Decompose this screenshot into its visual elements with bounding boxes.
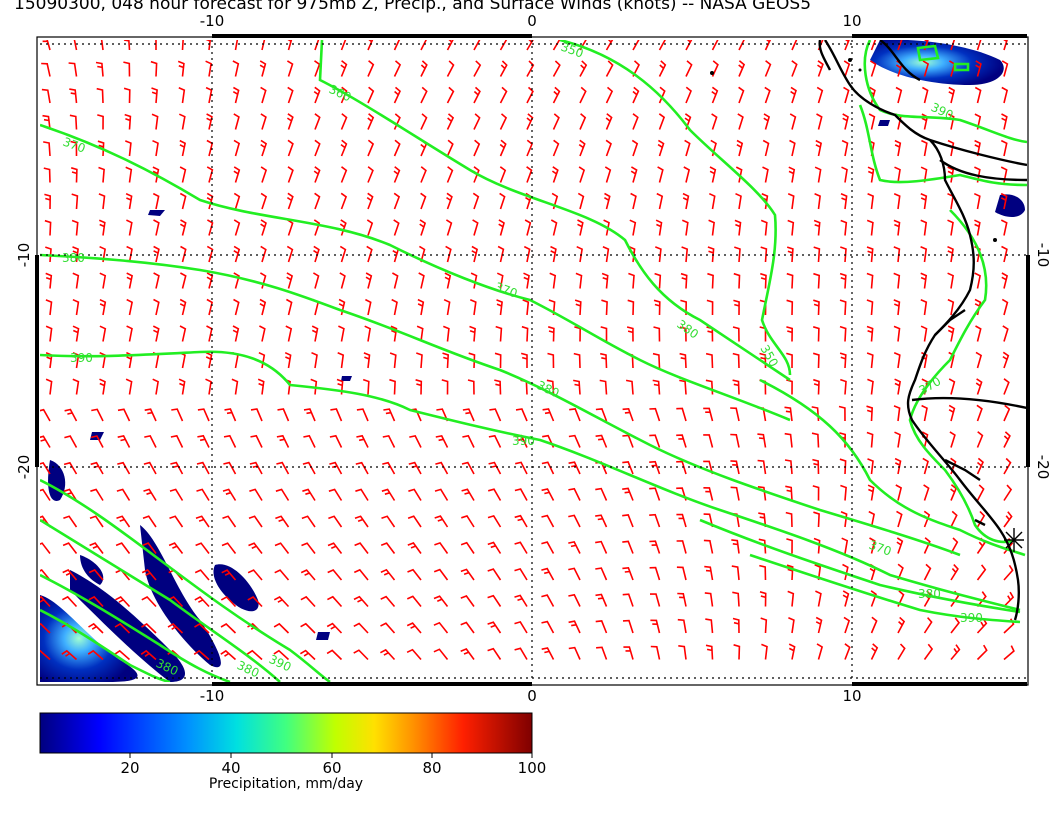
contour-label: 380 xyxy=(918,587,941,601)
bottom-lon-label: 0 xyxy=(527,687,537,705)
colorbar-tick: 60 xyxy=(322,759,341,777)
left-lat-label: -10 xyxy=(15,243,33,268)
colorbar: 20 40 60 80 100 xyxy=(39,712,547,777)
bottom-lon-label: -10 xyxy=(200,687,225,705)
colorbar-tick: 40 xyxy=(221,759,240,777)
left-lat-label: -20 xyxy=(15,455,33,480)
contour-label: 390 xyxy=(960,611,983,625)
contour-label: 380 xyxy=(62,251,85,265)
colorbar-tick: 100 xyxy=(518,759,547,777)
colorbar-gradient xyxy=(39,712,533,754)
bottom-lon-label: 10 xyxy=(842,687,861,705)
right-lat-label: -10 xyxy=(1034,243,1052,268)
forecast-map: 350 360 370 380 390 370 380 380 390 350 … xyxy=(15,12,1052,777)
top-lon-label: -10 xyxy=(200,12,225,30)
contour-label: 390 xyxy=(512,434,535,448)
contour-label: 390 xyxy=(70,351,93,365)
top-lon-label: 0 xyxy=(527,12,537,30)
right-lat-label: -20 xyxy=(1034,455,1052,480)
top-lon-label: 10 xyxy=(842,12,861,30)
colorbar-label: Precipitation, mm/day xyxy=(208,776,364,792)
colorbar-tick: 20 xyxy=(120,759,139,777)
colorbar-tick: 80 xyxy=(422,759,441,777)
